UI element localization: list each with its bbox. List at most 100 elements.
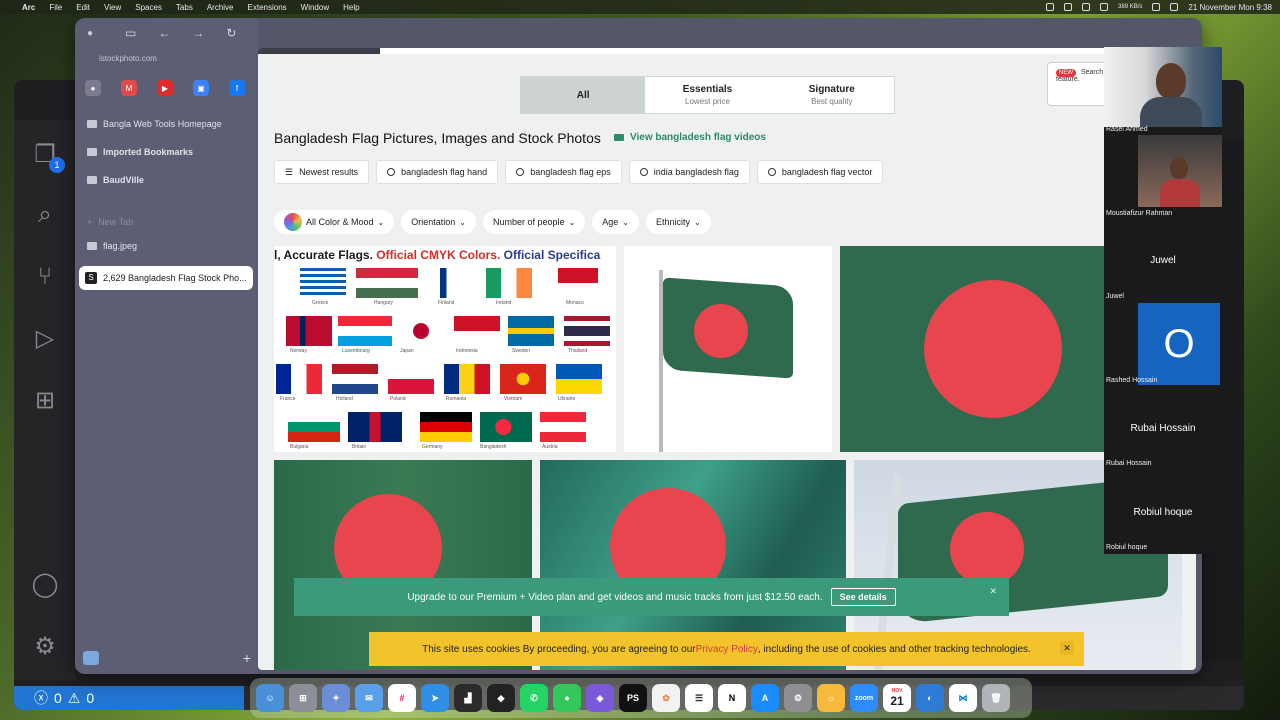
menu-help[interactable]: Help [343, 3, 359, 12]
filter-age[interactable]: Age ⌄ [592, 210, 639, 234]
app-icon[interactable]: ◈ [586, 684, 614, 712]
messages-icon[interactable]: ● [553, 684, 581, 712]
launchpad-icon[interactable]: ⊞ [289, 684, 317, 712]
sidebar-item-flag-jpeg[interactable]: flag.jpeg [85, 236, 253, 256]
sidebar-item-imported-bookmarks[interactable]: Imported Bookmarks [85, 142, 253, 162]
result-image-waving-flag-pole[interactable] [624, 246, 832, 452]
zoom-icon[interactable]: zoom [850, 684, 878, 712]
system-settings-icon[interactable]: ⚙ [784, 684, 812, 712]
menu-spaces[interactable]: Spaces [135, 3, 162, 12]
chip-related-search[interactable]: bangladesh flag eps [505, 160, 622, 184]
avatar[interactable]: O [1138, 303, 1220, 385]
zoom-icon[interactable]: ▣ [193, 80, 209, 96]
participant-video[interactable] [1138, 135, 1222, 207]
menu-edit[interactable]: Edit [76, 3, 90, 12]
menu-tabs[interactable]: Tabs [176, 3, 193, 12]
menu-clock[interactable]: 21 November Mon 9:38 [1188, 3, 1272, 12]
slack-icon[interactable]: # [388, 684, 416, 712]
menu-view[interactable]: View [104, 3, 121, 12]
notion-icon[interactable]: N [718, 684, 746, 712]
menu-bar: Arc File Edit View Spaces Tabs Archive E… [0, 0, 1280, 14]
url-bar[interactable]: istockphoto.com [83, 50, 251, 68]
app-store-icon[interactable]: A [751, 684, 779, 712]
participant-tile-name[interactable]: Juwel [1104, 255, 1222, 266]
calendar-icon[interactable]: NOV 21 [883, 684, 911, 712]
participant-name: Moustiafizur Rahman [1106, 210, 1173, 217]
wifi-icon[interactable] [1152, 3, 1161, 11]
telegram-icon[interactable]: ➤ [421, 684, 449, 712]
chip-newest-results[interactable]: ☰ Newest results [274, 160, 370, 184]
see-details-button[interactable]: See details [830, 588, 896, 606]
chip-related-search[interactable]: india bangladesh flag [628, 160, 750, 184]
participant-tile-name[interactable]: Robiul hoque [1104, 507, 1222, 518]
arc-icon[interactable]: ✦ [322, 684, 350, 712]
terminal-icon[interactable]: ▟ [454, 684, 482, 712]
result-image-flag-sheet[interactable]: l, Accurate Flags. Official CMYK Colors.… [274, 246, 616, 452]
status-icon[interactable] [1046, 3, 1055, 11]
close-icon[interactable]: ✕ [989, 586, 997, 597]
sidebar-item-bangla-web-tools[interactable]: Bangla Web Tools Homepage [85, 114, 253, 134]
add-space-icon[interactable]: + [243, 650, 251, 666]
reminders-icon[interactable]: ☰ [685, 684, 713, 712]
extensions-icon[interactable]: ⊞ [30, 386, 60, 416]
menu-file[interactable]: File [49, 3, 62, 12]
page-icon [87, 120, 97, 128]
figma-icon[interactable]: ◆ [487, 684, 515, 712]
library-icon[interactable] [83, 651, 99, 665]
status-icon[interactable] [1064, 3, 1073, 11]
problems-indicator[interactable]: ⓧ 0 ⚠ 0 [14, 686, 244, 710]
search-icon[interactable]: ⌕ [30, 200, 60, 230]
favorite-tab-icon[interactable]: ● [85, 80, 101, 96]
filter-number-of-people[interactable]: Number of people ⌄ [482, 210, 586, 234]
status-icon[interactable] [1082, 3, 1091, 11]
sidebar-item-baudville[interactable]: BaudVille [85, 170, 253, 190]
gmail-icon[interactable]: M [121, 80, 137, 96]
facebook-icon[interactable]: f [229, 80, 245, 96]
chip-related-search[interactable]: bangladesh flag hand [376, 160, 499, 184]
app-icon[interactable]: ◐ [916, 684, 944, 712]
back-icon[interactable]: ← [158, 26, 170, 40]
vscode-icon[interactable]: ⋈ [949, 684, 977, 712]
gear-icon[interactable]: ⚙ [30, 632, 60, 662]
menu-app-name[interactable]: Arc [22, 3, 35, 12]
run-debug-icon[interactable]: ▷ [30, 324, 60, 354]
mail-icon[interactable]: ✉ [355, 684, 383, 712]
chip-related-search[interactable]: bangladesh flag vector [756, 160, 884, 184]
filter-color-mood[interactable]: All Color & Mood ⌄ [274, 210, 395, 234]
whatsapp-icon[interactable]: ✆ [520, 684, 548, 712]
participant-tile-name[interactable]: Rubai Hossain [1104, 423, 1222, 434]
menu-window[interactable]: Window [301, 3, 329, 12]
search-icon [516, 168, 525, 176]
reload-icon[interactable]: ↻ [226, 26, 236, 40]
source-control-icon[interactable]: ⑂ [30, 262, 60, 292]
photos-icon[interactable]: ✿ [652, 684, 680, 712]
close-icon[interactable]: ✕ [1060, 641, 1074, 655]
filter-ethnicity[interactable]: Ethnicity ⌄ [645, 210, 711, 234]
account-icon[interactable]: ◯ [30, 570, 60, 600]
participant-video[interactable] [1104, 47, 1222, 127]
related-searches: ☰ Newest results bangladesh flag hand ba… [274, 160, 884, 184]
sunlit-app-icon[interactable]: ☼ [817, 684, 845, 712]
tab-essentials[interactable]: Essentials Lowest price [645, 77, 769, 113]
menu-extensions[interactable]: Extensions [248, 3, 287, 12]
filter-orientation[interactable]: Orientation ⌄ [401, 210, 476, 234]
new-tab-button[interactable]: + New Tab [85, 212, 253, 232]
trash-icon[interactable]: 🗑 [982, 684, 1010, 712]
video-link[interactable]: View bangladesh flag videos [614, 132, 766, 143]
sidebar-toggle-icon[interactable]: ▭ [125, 26, 136, 40]
sidebar-item-active-tab[interactable]: S 2,629 Bangladesh Flag Stock Pho... [79, 266, 253, 290]
control-center-icon[interactable] [1170, 3, 1179, 11]
forward-icon[interactable]: → [192, 26, 204, 40]
youtube-icon[interactable]: ▶ [157, 80, 173, 96]
phpstorm-icon[interactable]: PS [619, 684, 647, 712]
tab-signature[interactable]: Signature Best quality [770, 77, 894, 113]
folder-icon [87, 148, 97, 156]
window-controls[interactable]: ● [87, 28, 93, 39]
finder-icon[interactable]: ☺ [256, 684, 284, 712]
cookie-banner: This site uses cookies By proceeding, yo… [369, 632, 1084, 666]
menu-archive[interactable]: Archive [207, 3, 234, 12]
status-icon[interactable] [1100, 3, 1109, 11]
tab-all[interactable]: All [521, 77, 646, 113]
privacy-policy-link[interactable]: Privacy Policy [696, 644, 758, 655]
flag-france [276, 364, 322, 394]
